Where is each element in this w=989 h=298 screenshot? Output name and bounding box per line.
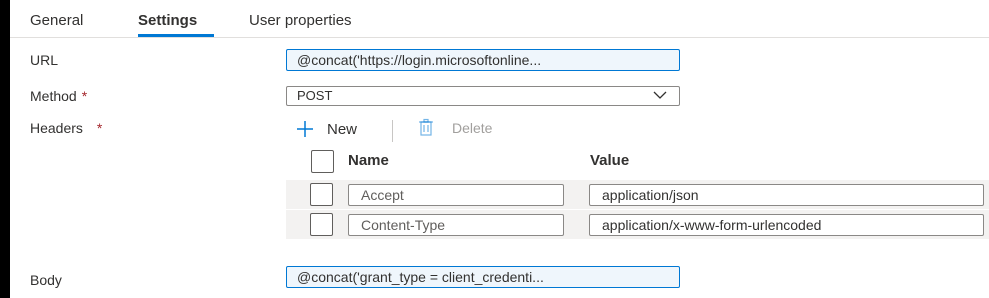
tab-divider xyxy=(10,37,989,38)
tab-bar: General Settings User properties xyxy=(10,0,989,38)
headers-label-text: Headers xyxy=(30,120,83,136)
trash-icon xyxy=(419,118,433,136)
url-input[interactable]: @concat('https://login.microsoftonline..… xyxy=(286,49,680,71)
plus-icon xyxy=(297,121,313,137)
tab-user-properties[interactable]: User properties xyxy=(249,12,352,29)
body-input[interactable]: @concat('grant_type = client_credenti... xyxy=(286,266,680,288)
chevron-down-icon xyxy=(653,91,667,99)
method-dropdown[interactable]: POST xyxy=(286,86,680,106)
column-header-value: Value xyxy=(590,152,630,169)
new-header-button[interactable]: New xyxy=(294,118,357,140)
headers-label: Headers * xyxy=(30,120,102,136)
body-label: Body xyxy=(30,272,62,288)
column-header-name: Name xyxy=(348,152,389,169)
tab-settings[interactable]: Settings xyxy=(138,12,197,29)
tab-general[interactable]: General xyxy=(30,12,83,29)
toolbar-divider xyxy=(392,120,393,142)
row-checkbox[interactable] xyxy=(310,183,333,206)
header-value-input[interactable]: application/json xyxy=(589,184,984,206)
required-mark: * xyxy=(81,88,88,104)
method-label-text: Method xyxy=(30,88,77,104)
header-name-input[interactable]: Content-Type xyxy=(348,214,564,236)
header-name-input[interactable]: Accept xyxy=(348,184,564,206)
method-value: POST xyxy=(297,88,333,103)
select-all-checkbox[interactable] xyxy=(311,150,334,173)
method-label: Method * xyxy=(30,88,87,104)
table-row: Accept application/json xyxy=(286,180,989,209)
delete-button-label: Delete xyxy=(452,120,493,136)
header-value-input[interactable]: application/x-www-form-urlencoded xyxy=(589,214,984,236)
required-mark: * xyxy=(96,120,103,136)
new-button-label: New xyxy=(327,120,358,138)
url-label: URL xyxy=(30,52,59,68)
table-row: Content-Type application/x-www-form-urle… xyxy=(286,210,989,239)
settings-panel xyxy=(10,0,989,298)
row-checkbox[interactable] xyxy=(310,213,333,236)
delete-header-button[interactable]: Delete xyxy=(416,118,492,138)
